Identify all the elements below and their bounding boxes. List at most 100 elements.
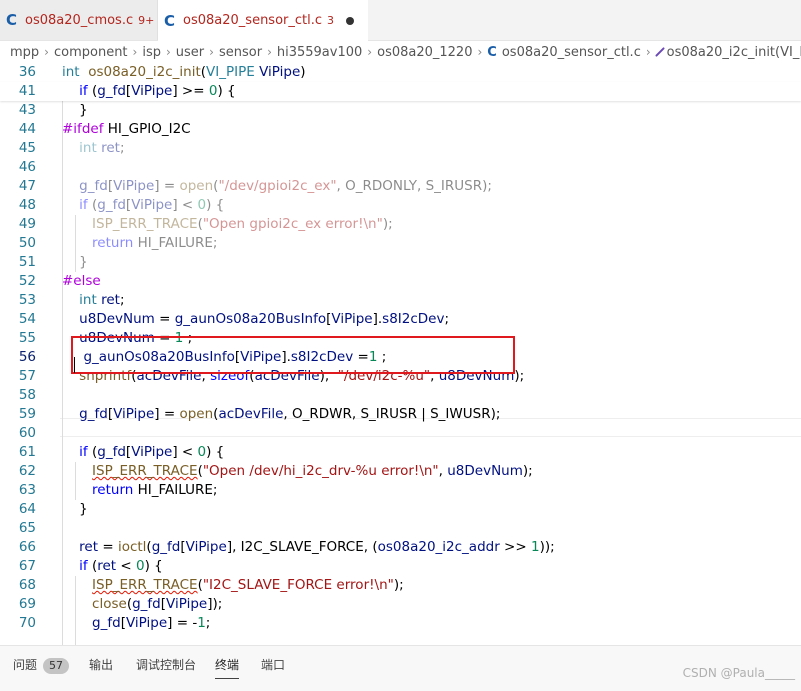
code-line[interactable]: 64 } — [0, 500, 801, 519]
code-line[interactable]: 55 u8DevNum = 1 ; — [0, 329, 801, 348]
panel-tab-ports[interactable]: 端口 — [261, 656, 285, 678]
code-line[interactable]: 45 int ret; — [0, 139, 801, 158]
unsaved-dot-icon[interactable] — [346, 16, 355, 25]
function-symbol-icon — [654, 47, 665, 57]
code-token: open — [179, 406, 214, 422]
code-line[interactable]: 41 if (g_fd[ViPipe] >= 0) { — [0, 82, 801, 101]
code-text: ISP_ERR_TRACE("Open /dev/hi_i2c_drv-%u e… — [62, 462, 533, 481]
code-text: return HI_FAILURE; — [62, 481, 217, 500]
line-number: 65 — [18, 520, 36, 536]
tab-os08a20-sensor-ctl[interactable]: C os08a20_sensor_ctl.c 3 — [158, 0, 368, 41]
code-text: int os08a20_i2c_init(VI_PIPE ViPipe) — [62, 63, 306, 82]
text-cursor — [74, 357, 75, 373]
code-token: ) { — [144, 558, 163, 574]
code-line[interactable]: 36 int os08a20_i2c_init(VI_PIPE ViPipe) — [0, 63, 801, 82]
code-token: if — [79, 444, 88, 460]
bottom-panel: 问题 57 输出 调试控制台 终端 端口 — [0, 645, 801, 691]
panel-tab-label: 输出 — [89, 658, 114, 672]
code-line[interactable]: 66 ret = ioctl(g_fd[ViPipe], I2C_SLAVE_F… — [0, 538, 801, 557]
code-token: ; — [444, 311, 450, 327]
code-text: g_fd[ViPipe] = open("/dev/gpioi2c_ex", O… — [62, 177, 492, 196]
line-number: 49 — [18, 216, 36, 232]
code-line[interactable]: 54 u8DevNum = g_aunOs08a20BusInfo[ViPipe… — [0, 310, 801, 329]
code-token: u8DevNum — [447, 463, 523, 479]
line-number: 50 — [18, 235, 36, 251]
code-token: , — [430, 368, 439, 384]
code-token: ViPipe — [166, 596, 208, 612]
code-token: u8DevNum — [79, 311, 155, 327]
code-text: if (g_fd[ViPipe] < 0) { — [62, 196, 224, 215]
line-number: 54 — [18, 311, 36, 327]
code-token: ] = — [154, 406, 180, 422]
code-line[interactable]: 43 } — [0, 101, 801, 120]
panel-tab-problems[interactable]: 问题 57 — [13, 656, 70, 678]
breadcrumb-item[interactable]: os08a20_1220 — [377, 45, 472, 60]
code-token: ( — [87, 83, 98, 99]
breadcrumb-item[interactable]: isp — [142, 45, 161, 60]
code-line[interactable]: 47 g_fd[ViPipe] = open("/dev/gpioi2c_ex"… — [0, 177, 801, 196]
code-line[interactable]: 67 if (ret < 0) { — [0, 557, 801, 576]
code-line[interactable]: 61 if (g_fd[ViPipe] < 0) { — [0, 443, 801, 462]
code-token: #else — [62, 273, 101, 289]
code-line[interactable]: 57 snprintf(acDevFile, sizeof(acDevFile)… — [0, 367, 801, 386]
code-token: ; — [205, 615, 211, 631]
code-line[interactable]: 53 int ret; — [0, 291, 801, 310]
code-token: ]. — [281, 349, 291, 365]
code-line[interactable]: 56 g_aunOs08a20BusInfo[ViPipe].s8I2cDev … — [0, 348, 801, 367]
code-token: 0 — [197, 197, 207, 213]
code-line[interactable]: 46 — [0, 158, 801, 177]
code-line[interactable]: 51 } — [0, 253, 801, 272]
chevron-right-icon: › — [645, 45, 651, 59]
code-line[interactable]: 65 — [0, 519, 801, 538]
code-line[interactable]: 58 — [0, 386, 801, 405]
problems-count-badge: 57 — [43, 658, 70, 674]
code-line[interactable]: 68 ISP_ERR_TRACE("I2C_SLAVE_FORCE error!… — [0, 576, 801, 595]
line-number: 46 — [18, 159, 36, 175]
breadcrumb-item[interactable]: mpp — [10, 45, 39, 60]
tab-os08a20-cmos[interactable]: C os08a20_cmos.c 9+ — [0, 0, 158, 40]
code-editor[interactable]: 36 int os08a20_i2c_init(VI_PIPE ViPipe) 41… — [0, 63, 801, 645]
code-line[interactable]: 60 — [0, 424, 801, 443]
code-token: ); — [393, 577, 404, 593]
c-file-icon: C — [164, 11, 176, 30]
code-line[interactable]: 44 #ifdef HI_GPIO_I2C — [0, 120, 801, 139]
code-token: if — [79, 83, 88, 99]
breadcrumb-item[interactable]: sensor — [219, 45, 262, 60]
line-number: 63 — [18, 482, 36, 498]
code-token: = — [154, 330, 175, 346]
code-token: int — [62, 64, 80, 80]
code-line[interactable]: 50 return HI_FAILURE; — [0, 234, 801, 253]
line-number: 48 — [18, 197, 36, 213]
code-token: ]); — [207, 596, 223, 612]
code-line[interactable]: 62 ISP_ERR_TRACE("Open /dev/hi_i2c_drv-%… — [0, 462, 801, 481]
code-token: HI_FAILURE; — [133, 482, 218, 498]
code-token: g_aunOs08a20BusInfo — [83, 349, 235, 365]
line-number: 56 — [18, 349, 36, 365]
breadcrumb-item[interactable]: os08a20_i2c_init(VI_PIPE ViPipe) — [667, 45, 801, 60]
breadcrumb-item[interactable]: user — [176, 45, 204, 60]
code-line[interactable]: 59 g_fd[ViPipe] = open(acDevFile, O_RDWR… — [0, 405, 801, 424]
code-text: } — [62, 101, 88, 120]
code-line[interactable]: 49 ISP_ERR_TRACE("Open gpioi2c_ex error!… — [0, 215, 801, 234]
c-file-icon: C — [487, 44, 497, 60]
panel-tab-output[interactable]: 输出 — [89, 656, 113, 678]
panel-tab-debug-console[interactable]: 调试控制台 — [136, 656, 196, 678]
code-line[interactable]: 69 close(g_fd[ViPipe]); — [0, 595, 801, 614]
line-number: 67 — [18, 558, 36, 574]
breadcrumb-item[interactable]: os08a20_sensor_ctl.c — [502, 45, 641, 60]
breadcrumb-item[interactable]: hi3559av100 — [277, 45, 362, 60]
code-line[interactable]: 70 g_fd[ViPipe] = -1; — [0, 614, 801, 633]
panel-tab-terminal[interactable]: 终端 — [215, 656, 240, 679]
code-line[interactable]: 63 return HI_FAILURE; — [0, 481, 801, 500]
code-line[interactable]: 48 if (g_fd[ViPipe] < 0) { — [0, 196, 801, 215]
breadcrumb-item[interactable]: component — [54, 45, 128, 60]
code-token: os08a20_i2c_init — [88, 64, 201, 80]
code-line[interactable]: 52 #else — [0, 272, 801, 291]
panel-tab-label: 调试控制台 — [136, 658, 197, 672]
